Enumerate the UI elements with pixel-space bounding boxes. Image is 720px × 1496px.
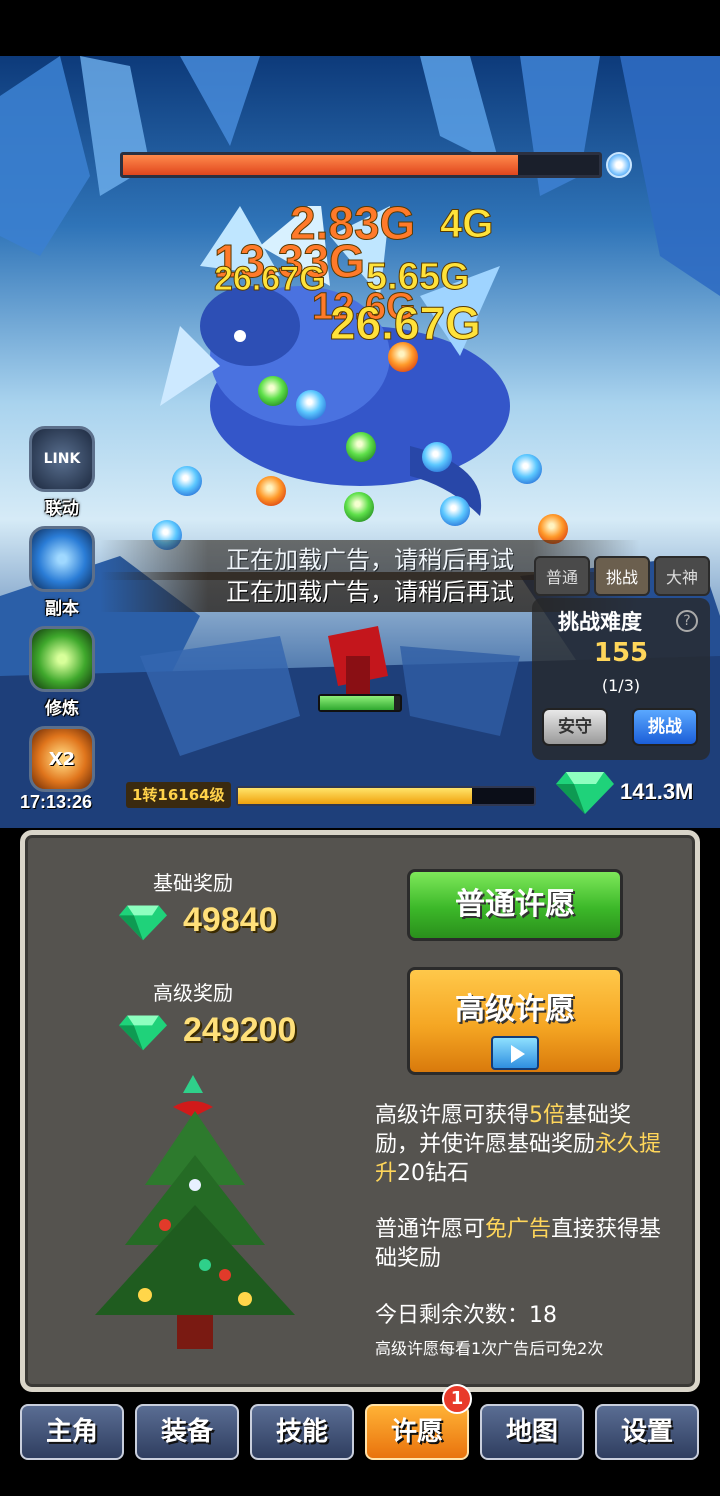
cultivation-icon	[29, 626, 95, 692]
nav-map[interactable]: 地图	[480, 1404, 584, 1460]
help-icon[interactable]: ?	[676, 610, 698, 632]
difficulty-level: 155	[593, 638, 649, 668]
damage-number: 26.67G	[214, 260, 327, 299]
linkage-icon: LINK	[29, 426, 95, 492]
level-progress-fill	[238, 788, 472, 804]
tab-challenge[interactable]: 挑战	[594, 556, 650, 596]
difficulty-progress: (1/3)	[601, 676, 641, 695]
side-button-label: 修炼	[45, 699, 79, 719]
attack-orb	[422, 442, 452, 472]
top-black-bar	[0, 0, 720, 56]
premium-wish-description: 高级许愿可获得5倍基础奖励，并使许愿基础奖励永久提升20钻石	[375, 1103, 662, 1186]
gem-balance-value: 141.3M	[620, 779, 694, 804]
nav-settings[interactable]: 设置	[595, 1404, 699, 1460]
attack-orb	[346, 432, 376, 462]
ad-note: 高级许愿每看1次广告后可免2次	[375, 1339, 604, 1358]
premium-wish-label: 高级许愿	[455, 992, 575, 1027]
attack-orb	[296, 390, 326, 420]
nav-hero[interactable]: 主角	[20, 1404, 124, 1460]
side-button-dungeon[interactable]: 副本	[26, 526, 98, 619]
premium-reward-value: 249200	[183, 1011, 297, 1049]
nav-skills[interactable]: 技能	[250, 1404, 354, 1460]
premium-wish-button[interactable]: 高级许愿	[407, 967, 623, 1075]
attack-orb	[388, 342, 418, 372]
attack-orb	[440, 496, 470, 526]
mode-tabs: 普通 挑战 大神	[534, 556, 710, 596]
bottom-black-bar	[0, 1466, 720, 1496]
level-progress-bar	[236, 786, 536, 806]
tab-normal[interactable]: 普通	[534, 556, 590, 596]
attack-orb	[258, 376, 288, 406]
attack-orb	[344, 492, 374, 522]
gem-icon	[556, 772, 614, 814]
normal-wish-button[interactable]: 普通许愿	[407, 869, 623, 941]
side-button-linkage[interactable]: LINK 联动	[26, 426, 98, 519]
level-tag: 1转16164级	[126, 782, 231, 808]
side-button-double-reward[interactable]: X2	[26, 726, 98, 792]
ice-element-icon	[606, 152, 632, 178]
premium-reward-label: 高级奖励	[153, 981, 233, 1005]
tab-master[interactable]: 大神	[654, 556, 710, 596]
normal-wish-description: 普通许愿可免广告直接获得基础奖励	[375, 1217, 662, 1271]
hero-hp-bar	[318, 694, 402, 712]
gem-balance: 141.3M	[556, 770, 693, 814]
nav-equipment[interactable]: 装备	[135, 1404, 239, 1460]
notification-badge: 1	[442, 1384, 472, 1414]
portal-icon	[29, 526, 95, 592]
attack-orb	[172, 466, 202, 496]
challenge-button[interactable]: 挑战	[632, 708, 698, 746]
side-button-label: 联动	[45, 499, 79, 519]
boss-hp-bar	[120, 152, 602, 178]
base-reward-value: 49840	[183, 901, 278, 939]
difficulty-panel: 挑战难度 ? 155 (1/3) 安守 挑战	[532, 598, 710, 760]
bottom-navigation: 主角 装备 技能 许愿 地图 设置	[0, 1400, 720, 1466]
side-button-cultivation[interactable]: 修炼	[26, 626, 98, 719]
remaining-wishes: 今日剩余次数：18	[375, 1303, 557, 1328]
gem-icon	[119, 1015, 167, 1051]
countdown-timer: 17:13:26	[20, 792, 93, 812]
damage-number: 4G	[439, 202, 494, 247]
double-reward-icon: X2	[29, 726, 95, 792]
base-reward-label: 基础奖励	[153, 871, 233, 895]
boss-hp-fill	[123, 155, 519, 175]
wish-panel: 基础奖励 49840 高级奖励 249200 普通许愿 高级许愿 高级许愿可获得…	[20, 830, 700, 1392]
difficulty-title: 挑战难度	[558, 610, 642, 634]
christmas-tree-icon	[95, 1075, 295, 1349]
attack-orb	[256, 476, 286, 506]
safe-button[interactable]: 安守	[542, 708, 608, 746]
video-ad-icon	[491, 1036, 539, 1070]
side-button-label: 副本	[45, 599, 79, 619]
attack-orb	[512, 454, 542, 484]
hero-hp-fill	[320, 696, 394, 710]
gem-icon	[119, 905, 167, 941]
